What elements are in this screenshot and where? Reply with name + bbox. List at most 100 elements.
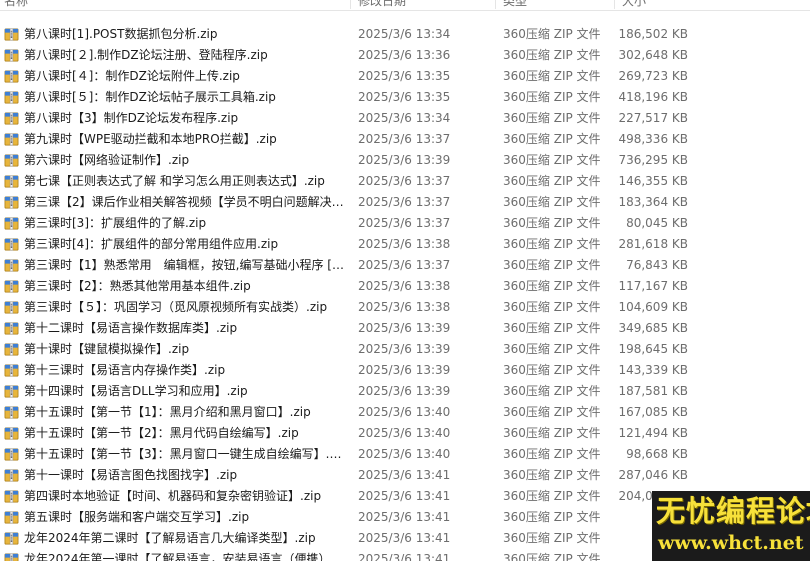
file-type: 360压缩 ZIP 文件	[503, 321, 601, 335]
file-row[interactable]: 第八课时[５]：制作DZ论坛帖子展示工具箱.zip 2025/3/6 13:35 3…	[0, 87, 810, 108]
file-type: 360压缩 ZIP 文件	[503, 216, 601, 230]
file-modified-date: 2025/3/6 13:40	[358, 447, 451, 461]
file-modified-date: 2025/3/6 13:41	[358, 531, 451, 545]
file-row[interactable]: 第九课时【WPE驱动拦截和本地PRO拦截】.zip 2025/3/6 13:37 3…	[0, 129, 810, 150]
file-modified-date: 2025/3/6 13:37	[358, 258, 451, 272]
file-name: 第十二课时【易语言操作数据库类】.zip	[24, 321, 238, 335]
file-modified-date: 2025/3/6 13:36	[358, 48, 451, 62]
file-size: 269,723 KB	[618, 69, 688, 83]
file-name: 第八课时[２].制作DZ论坛注册、登陆程序.zip	[24, 48, 268, 62]
watermark-title: 无忧编程论坛	[656, 494, 810, 528]
zip-archive-icon	[4, 27, 19, 42]
zip-archive-icon	[4, 237, 19, 252]
file-type: 360压缩 ZIP 文件	[503, 426, 601, 440]
zip-archive-icon	[4, 132, 19, 147]
file-row[interactable]: 第十五课时【第一节【2】：黑月代码自绘编写】.zip 2025/3/6 13:40…	[0, 423, 810, 444]
file-modified-date: 2025/3/6 13:41	[358, 552, 451, 561]
file-modified-date: 2025/3/6 13:39	[358, 363, 451, 377]
column-divider[interactable]	[614, 0, 615, 9]
file-type: 360压缩 ZIP 文件	[503, 279, 601, 293]
watermark-url: www.whct.net	[658, 532, 804, 554]
file-row[interactable]: 第十二课时【易语言操作数据库类】.zip 2025/3/6 13:39 360压缩 …	[0, 318, 810, 339]
file-row[interactable]: 第十课时【键鼠模拟操作】.zip 2025/3/6 13:39 360压缩 ZIP …	[0, 339, 810, 360]
file-size: 121,494 KB	[618, 426, 688, 440]
zip-archive-icon	[4, 300, 19, 315]
file-size: 146,355 KB	[618, 174, 688, 188]
file-modified-date: 2025/3/6 13:40	[358, 405, 451, 419]
file-row[interactable]: 第十三课时【易语言内存操作类】.zip 2025/3/6 13:39 360压缩 Z…	[0, 360, 810, 381]
zip-archive-icon	[4, 69, 19, 84]
file-row[interactable]: 第八课时[２].制作DZ论坛注册、登陆程序.zip 2025/3/6 13:36 3…	[0, 45, 810, 66]
file-modified-date: 2025/3/6 13:39	[358, 342, 451, 356]
file-name: 第三课时[4]：扩展组件的部分常用组件应用.zip	[24, 237, 279, 251]
file-name: 第八课时【3】制作DZ论坛发布程序.zip	[24, 111, 239, 125]
file-modified-date: 2025/3/6 13:41	[358, 489, 451, 503]
zip-archive-icon	[4, 447, 19, 462]
column-header-date[interactable]: 修改日期	[358, 0, 406, 10]
column-divider[interactable]	[495, 0, 496, 9]
file-row[interactable]: 第三课时【2】：熟悉其他常用基本组件.zip 2025/3/6 13:38 360压…	[0, 276, 810, 297]
file-size: 80,045 KB	[626, 216, 688, 230]
file-modified-date: 2025/3/6 13:34	[358, 111, 451, 125]
zip-archive-icon	[4, 153, 19, 168]
file-size: 736,295 KB	[618, 153, 688, 167]
file-row[interactable]: 第十五课时【第一节【1】：黑月介绍和黑月窗口】.zip 2025/3/6 13:4…	[0, 402, 810, 423]
zip-archive-icon	[4, 111, 19, 126]
file-modified-date: 2025/3/6 13:40	[358, 426, 451, 440]
file-row[interactable]: 第十五课时【第一节【3】：黑月窗口一键生成自绘编写】.zip 2025/3/6 1…	[0, 444, 810, 465]
file-name: 第十一课时【易语言图色找图找字】.zip	[24, 468, 238, 482]
file-row[interactable]: 第八课时【3】制作DZ论坛发布程序.zip 2025/3/6 13:34 360压缩…	[0, 108, 810, 129]
file-explorer-window: 名称 修改日期 类型 大小 第八课时[1].POST数据抓包分析.zip 2025…	[0, 0, 810, 561]
file-type: 360压缩 ZIP 文件	[503, 489, 601, 503]
file-modified-date: 2025/3/6 13:38	[358, 237, 451, 251]
column-header-name[interactable]: 名称	[4, 0, 28, 10]
zip-archive-icon	[4, 195, 19, 210]
file-size: 183,364 KB	[618, 195, 688, 209]
file-row[interactable]: 第八课时[1].POST数据抓包分析.zip 2025/3/6 13:34 360压…	[0, 24, 810, 45]
zip-archive-icon	[4, 258, 19, 273]
file-type: 360压缩 ZIP 文件	[503, 342, 601, 356]
file-row[interactable]: 第八课时[４]：制作DZ论坛附件上传.zip 2025/3/6 13:35 360压…	[0, 66, 810, 87]
column-header-type[interactable]: 类型	[503, 0, 527, 10]
file-row[interactable]: 第三课时【1】熟悉常用 编辑框，按钮,编写基础小程序 [一].zip 2025/3…	[0, 255, 810, 276]
file-name: 第十三课时【易语言内存操作类】.zip	[24, 363, 226, 377]
file-row[interactable]: 第七课【正则表达式了解 和学习怎么用正则表达式】.zip 2025/3/6 13:…	[0, 171, 810, 192]
file-row[interactable]: 第三课时[4]：扩展组件的部分常用组件应用.zip 2025/3/6 13:38 3…	[0, 234, 810, 255]
file-row[interactable]: 第三课时【５】：巩固学习（觅风原视频所有实战类）.zip 2025/3/6 13:…	[0, 297, 810, 318]
file-name: 龙年2024年第一课时【了解易语言，安装易语言（便携）	[24, 552, 331, 561]
file-size: 287,046 KB	[618, 468, 688, 482]
file-size: 167,085 KB	[618, 405, 688, 419]
file-type: 360压缩 ZIP 文件	[503, 69, 601, 83]
file-row[interactable]: 第十一课时【易语言图色找图找字】.zip 2025/3/6 13:41 360压缩 …	[0, 465, 810, 486]
file-name: 第十课时【键鼠模拟操作】.zip	[24, 342, 190, 356]
file-type: 360压缩 ZIP 文件	[503, 27, 601, 41]
file-modified-date: 2025/3/6 13:37	[358, 216, 451, 230]
file-name: 第三课【2】课后作业相关解答视频【学员不明白问题解决】.zip	[24, 195, 346, 209]
file-size: 302,648 KB	[618, 48, 688, 62]
zip-archive-icon	[4, 174, 19, 189]
file-size: 98,668 KB	[626, 447, 688, 461]
file-row[interactable]: 第三课【2】课后作业相关解答视频【学员不明白问题解决】.zip 2025/3/6 …	[0, 192, 810, 213]
column-header-bar: 名称 修改日期 类型 大小	[0, 0, 810, 11]
file-size: 143,339 KB	[618, 363, 688, 377]
column-header-size[interactable]: 大小	[622, 0, 646, 10]
file-modified-date: 2025/3/6 13:39	[358, 384, 451, 398]
file-name: 第三课时[3]：扩展组件的了解.zip	[24, 216, 207, 230]
zip-archive-icon	[4, 90, 19, 105]
file-row[interactable]: 第六课时【网络验证制作】.zip 2025/3/6 13:39 360压缩 ZIP …	[0, 150, 810, 171]
file-type: 360压缩 ZIP 文件	[503, 384, 601, 398]
file-size: 227,517 KB	[618, 111, 688, 125]
file-row[interactable]: 第三课时[3]：扩展组件的了解.zip 2025/3/6 13:37 360压缩 Z…	[0, 213, 810, 234]
file-name: 龙年2024年第二课时【了解易语言几大编译类型】.zip	[24, 531, 316, 545]
file-name: 第十四课时【易语言DLL学习和应用】.zip	[24, 384, 248, 398]
file-size: 198,645 KB	[618, 342, 688, 356]
file-name: 第三课时【2】：熟悉其他常用基本组件.zip	[24, 279, 251, 293]
file-row[interactable]: 第十四课时【易语言DLL学习和应用】.zip 2025/3/6 13:39 360压…	[0, 381, 810, 402]
column-divider[interactable]	[350, 0, 351, 9]
file-size: 117,167 KB	[618, 279, 688, 293]
file-modified-date: 2025/3/6 13:41	[358, 510, 451, 524]
zip-archive-icon	[4, 468, 19, 483]
file-type: 360压缩 ZIP 文件	[503, 174, 601, 188]
file-type: 360压缩 ZIP 文件	[503, 258, 601, 272]
zip-archive-icon	[4, 216, 19, 231]
